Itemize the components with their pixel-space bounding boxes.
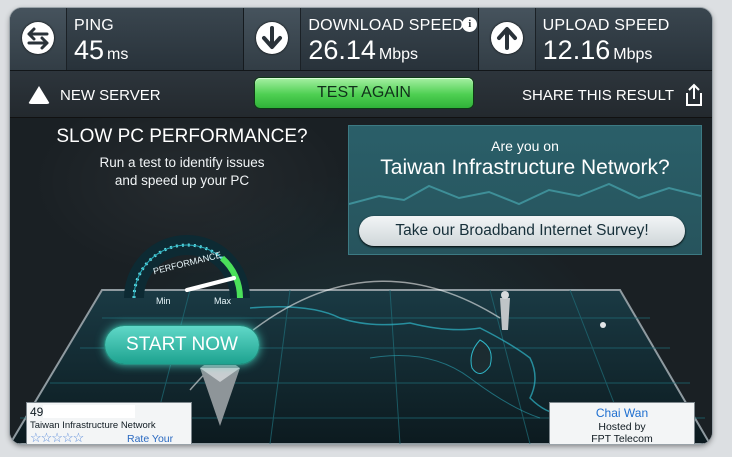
host-city: Chai Wan xyxy=(595,406,649,420)
performance-gauge: PERFORMANCE Min Max xyxy=(124,235,250,306)
download-value: 26.14 Mbps xyxy=(308,35,418,66)
download-icon-box xyxy=(244,8,302,70)
upload-arrow-icon xyxy=(490,22,523,54)
gauge-needle xyxy=(185,276,236,292)
ping-number: 45 xyxy=(74,35,105,65)
rate-isp-link[interactable]: Rate Your ISP xyxy=(127,433,191,444)
host-info-box: Chai Wan Hosted by FPT Telecom xyxy=(549,402,695,444)
slow-pc-promo: SLOW PC PERFORMANCE? Run a test to ident… xyxy=(32,124,332,190)
new-server-button[interactable]: NEW SERVER xyxy=(28,83,161,107)
test-again-button[interactable]: TEST AGAIN xyxy=(255,78,473,108)
download-label: DOWNLOAD SPEED xyxy=(308,17,465,34)
download-arrow-icon xyxy=(256,22,289,54)
promo-desc-line-2: and speed up your PC xyxy=(114,173,250,188)
upload-number: 12.16 xyxy=(542,35,611,65)
hosted-by-label: Hosted by xyxy=(598,421,646,433)
ip-redaction xyxy=(43,405,135,418)
triangle-icon xyxy=(28,86,50,104)
ping-icon-box xyxy=(10,8,67,70)
share-icon xyxy=(685,83,702,106)
upload-unit: Mbps xyxy=(613,46,653,63)
share-result-button[interactable]: SHARE THIS RESULT xyxy=(522,83,704,107)
host-name: FPT Telecom xyxy=(591,433,653,444)
promo-title: SLOW PC PERFORMANCE? xyxy=(56,126,308,147)
promo-description: Run a test to identify issues and speed … xyxy=(32,154,332,190)
ping-label: PING xyxy=(74,17,114,34)
start-now-button[interactable]: START NOW xyxy=(105,326,259,364)
ping-metric: PING 45 ms xyxy=(10,8,245,70)
gauge-max-label: Max xyxy=(214,296,232,306)
survey-network: Taiwan Infrastructure Network? xyxy=(380,156,670,179)
upload-label: UPLOAD SPEED xyxy=(542,17,670,34)
rating-stars[interactable]: ☆☆☆☆☆ xyxy=(30,430,84,444)
download-metric: DOWNLOAD SPEED i 26.14 Mbps xyxy=(244,8,479,70)
share-label: SHARE THIS RESULT xyxy=(522,86,674,104)
survey-question: Are you on xyxy=(491,138,559,154)
upload-icon-box xyxy=(478,8,536,70)
survey-panel: Are you on Taiwan Infrastructure Network… xyxy=(348,125,702,255)
ping-unit: ms xyxy=(107,46,129,63)
metrics-bar: PING 45 ms DOWNLOAD SPEED i 26.14 Mbps U… xyxy=(10,8,712,71)
upload-metric: UPLOAD SPEED 12.16 Mbps xyxy=(478,8,712,70)
upload-value: 12.16 Mbps xyxy=(543,35,653,66)
main-area: SLOW PC PERFORMANCE? Run a test to ident… xyxy=(10,118,712,444)
gauge-min-label: Min xyxy=(156,296,171,306)
client-ip: 49 xyxy=(30,405,44,419)
download-unit: Mbps xyxy=(378,46,419,63)
info-icon[interactable]: i xyxy=(462,17,478,32)
promo-desc-line-1: Run a test to identify issues xyxy=(99,155,265,170)
survey-button[interactable]: Take our Broadband Internet Survey! xyxy=(359,216,685,246)
download-number: 26.14 xyxy=(308,35,376,65)
ping-value: 45 ms xyxy=(74,35,128,66)
client-info-box: 49 Taiwan Infrastructure Network ☆☆☆☆☆ R… xyxy=(26,402,192,444)
action-bar: NEW SERVER TEST AGAIN SHARE THIS RESULT xyxy=(10,71,712,118)
new-server-label: NEW SERVER xyxy=(60,86,161,104)
speedtest-panel: PING 45 ms DOWNLOAD SPEED i 26.14 Mbps U… xyxy=(10,8,712,444)
bidirectional-arrows-icon xyxy=(22,22,54,54)
